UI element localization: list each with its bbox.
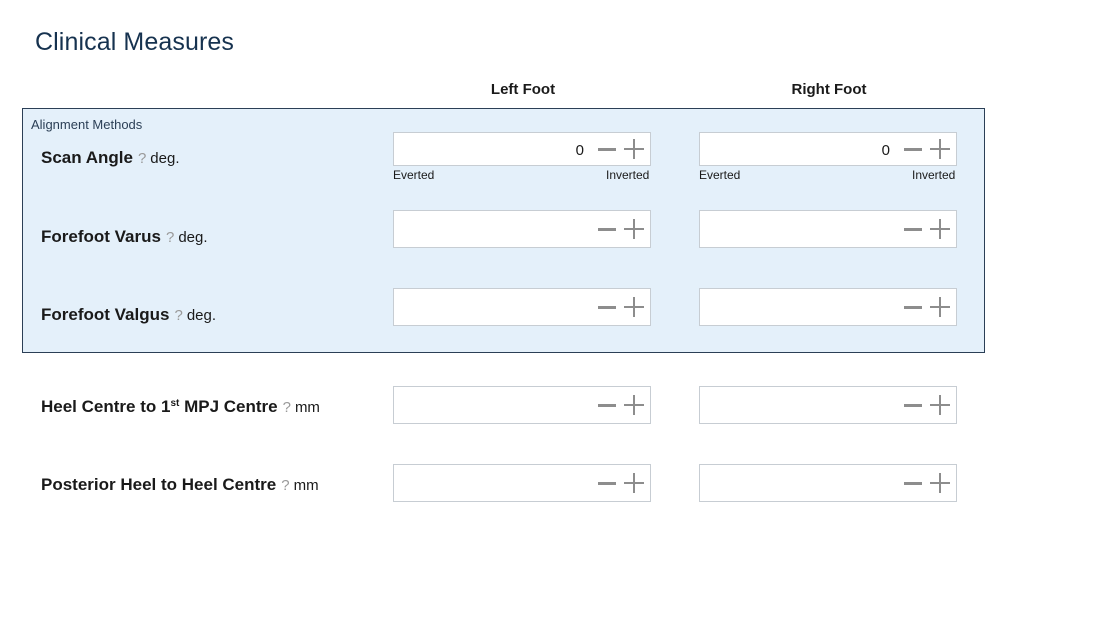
plus-icon[interactable] (624, 219, 644, 239)
minus-icon[interactable] (904, 228, 922, 231)
minus-icon[interactable] (598, 306, 616, 309)
forefoot-valgus-label: Forefoot Valgus? deg. (41, 305, 216, 325)
scan-angle-right-value[interactable]: 0 (882, 142, 890, 159)
page-title: Clinical Measures (35, 28, 234, 56)
forefoot-varus-label-text: Forefoot Varus (41, 227, 161, 246)
minus-icon[interactable] (598, 404, 616, 407)
heel-to-mpj-unit: mm (294, 399, 320, 416)
forefoot-valgus-unit: deg. (186, 307, 217, 324)
scan-angle-right-max-hint: Inverted (912, 168, 956, 182)
plus-icon[interactable] (930, 395, 950, 415)
posterior-heel-right-field[interactable] (699, 464, 957, 502)
heel-to-mpj-label: Heel Centre to 1st MPJ Centre? mm (41, 397, 320, 417)
forefoot-valgus-help-icon[interactable]: ? (174, 307, 182, 324)
plus-icon[interactable] (624, 297, 644, 317)
column-header-left-foot: Left Foot (490, 81, 556, 98)
heel-to-mpj-help-icon[interactable]: ? (283, 399, 291, 416)
minus-icon[interactable] (904, 404, 922, 407)
heel-to-mpj-label-pre: Heel Centre to 1 (41, 397, 171, 416)
forefoot-valgus-right-field[interactable] (699, 288, 957, 326)
minus-icon[interactable] (598, 148, 616, 151)
heel-to-mpj-label-sup: st (170, 398, 180, 409)
scan-angle-help-icon[interactable]: ? (138, 150, 146, 167)
posterior-heel-help-icon[interactable]: ? (281, 477, 289, 494)
scan-angle-left-value[interactable]: 0 (576, 142, 584, 159)
minus-icon[interactable] (904, 482, 922, 485)
forefoot-varus-unit: deg. (178, 229, 208, 246)
minus-icon[interactable] (598, 482, 616, 485)
scan-angle-right-field[interactable]: 0 (699, 132, 957, 166)
scan-angle-label-text: Scan Angle (41, 148, 133, 167)
plus-icon[interactable] (930, 219, 950, 239)
forefoot-varus-label: Forefoot Varus? deg. (41, 227, 208, 247)
forefoot-varus-help-icon[interactable]: ? (166, 229, 174, 246)
plus-icon[interactable] (930, 139, 950, 159)
scan-angle-left-max-hint: Inverted (606, 168, 650, 182)
alignment-methods-title: Alignment Methods (31, 117, 143, 132)
column-header-right-foot: Right Foot (791, 81, 867, 98)
heel-to-mpj-label-post: MPJ Centre (179, 397, 278, 416)
minus-icon[interactable] (904, 306, 922, 309)
scan-angle-right-min-hint: Everted (699, 168, 741, 182)
plus-icon[interactable] (624, 139, 644, 159)
minus-icon[interactable] (598, 228, 616, 231)
forefoot-varus-left-field[interactable] (393, 210, 651, 248)
heel-to-mpj-left-field[interactable] (393, 386, 651, 424)
posterior-heel-left-field[interactable] (393, 464, 651, 502)
forefoot-valgus-label-text: Forefoot Valgus (41, 305, 170, 324)
heel-to-mpj-right-field[interactable] (699, 386, 957, 424)
forefoot-varus-right-field[interactable] (699, 210, 957, 248)
scan-angle-label: Scan Angle? deg. (41, 148, 180, 168)
scan-angle-left-field[interactable]: 0 (393, 132, 651, 166)
plus-icon[interactable] (930, 297, 950, 317)
posterior-heel-label-text: Posterior Heel to Heel Centre (41, 475, 277, 494)
scan-angle-unit: deg. (150, 150, 180, 167)
forefoot-valgus-left-field[interactable] (393, 288, 651, 326)
plus-icon[interactable] (624, 395, 644, 415)
minus-icon[interactable] (904, 148, 922, 151)
scan-angle-left-min-hint: Everted (393, 168, 435, 182)
posterior-heel-label: Posterior Heel to Heel Centre? mm (41, 475, 319, 495)
posterior-heel-unit: mm (293, 477, 319, 494)
plus-icon[interactable] (930, 473, 950, 493)
plus-icon[interactable] (624, 473, 644, 493)
